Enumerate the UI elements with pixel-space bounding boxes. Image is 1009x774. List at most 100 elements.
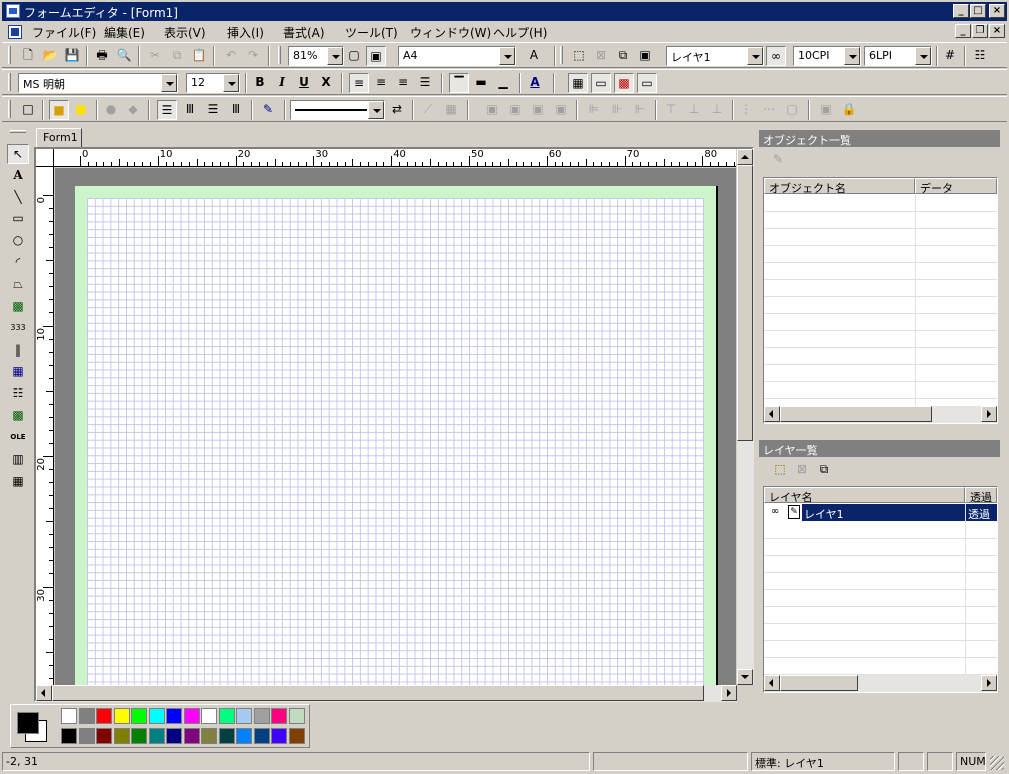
document-icon[interactable]: [8, 25, 22, 39]
align-right-icon[interactable]: ≡: [393, 73, 413, 93]
doc-close-button[interactable]: ×: [989, 24, 1005, 38]
color-swatch[interactable]: [253, 708, 270, 724]
color-swatch[interactable]: [61, 728, 77, 744]
redo-icon[interactable]: ↷: [243, 46, 263, 66]
color-swatch[interactable]: [148, 708, 165, 724]
italic-button[interactable]: I: [272, 73, 292, 93]
page-view-icon[interactable]: ▢: [344, 46, 364, 66]
pen-color-icon[interactable]: ✎: [258, 100, 278, 120]
color-swatch[interactable]: [78, 708, 95, 724]
design-grid[interactable]: [87, 198, 704, 685]
color-swatch[interactable]: [201, 728, 217, 744]
color-swatch[interactable]: [96, 708, 112, 724]
resize-grip[interactable]: [990, 756, 1004, 770]
barcode-tool-icon[interactable]: ‖: [7, 341, 29, 361]
paper-size-select[interactable]: A4: [398, 46, 516, 66]
scroll-thumb[interactable]: [52, 685, 704, 701]
menu-window[interactable]: ウィンドウ(W): [410, 24, 491, 41]
toolbar-grip[interactable]: [560, 46, 563, 64]
bold-button[interactable]: B: [250, 73, 270, 93]
line-tool-icon[interactable]: ╲: [7, 188, 29, 208]
color-swatch[interactable]: [166, 728, 182, 744]
layer-list-body[interactable]: ∞ ✎ レイヤ1 透過: [764, 503, 997, 675]
font-name-select[interactable]: MS 明朝: [18, 73, 178, 93]
copy-layer-panel-icon[interactable]: ⧉: [814, 460, 834, 480]
layer-visible-icon[interactable]: ∞: [766, 504, 784, 520]
current-colors[interactable]: [15, 710, 51, 744]
canvas-vertical-scrollbar[interactable]: [737, 149, 754, 685]
horizontal-lines-icon[interactable]: ☰: [157, 100, 177, 120]
menu-insert[interactable]: 挿入(I): [227, 24, 264, 41]
color-swatch[interactable]: [113, 708, 130, 724]
text-tool-icon[interactable]: A: [7, 166, 29, 186]
toolbar-grip[interactable]: [8, 73, 11, 91]
object-properties-icon[interactable]: ✎: [768, 150, 788, 170]
new-layer-panel-icon[interactable]: ⬚: [770, 460, 790, 480]
align-center-objects-icon[interactable]: ⊪: [607, 100, 627, 120]
font-size-select[interactable]: 12: [186, 73, 240, 93]
cut-icon[interactable]: ✂: [145, 46, 165, 66]
doc-restore-button[interactable]: ❐: [972, 24, 988, 38]
scroll-left-button[interactable]: [36, 685, 52, 701]
swap-direction-icon[interactable]: ⇄: [387, 100, 407, 120]
align-center-icon[interactable]: ≡: [371, 73, 391, 93]
scroll-down-button[interactable]: [737, 669, 753, 685]
arc-tool-icon[interactable]: ◜: [7, 253, 29, 273]
highlight-color-icon[interactable]: ■: [71, 100, 91, 120]
column-data[interactable]: データ: [915, 178, 997, 194]
color-swatch[interactable]: [183, 708, 200, 724]
table-grid-icon[interactable]: ▦: [568, 73, 588, 93]
lock-object-icon[interactable]: 🔒: [839, 100, 859, 120]
layer-select[interactable]: レイヤ1: [666, 46, 764, 66]
color-mode-icon[interactable]: ▩: [614, 73, 634, 93]
list-lines-icon[interactable]: ☰: [203, 100, 223, 120]
line-style-select[interactable]: [290, 100, 385, 120]
menu-file[interactable]: ファイル(F): [32, 24, 96, 41]
underline-button[interactable]: U: [294, 73, 314, 93]
color-swatch[interactable]: [148, 728, 165, 744]
color-swatch[interactable]: [288, 708, 305, 724]
distribute-v-icon[interactable]: ⋯: [759, 100, 779, 120]
valign-middle-icon[interactable]: ▬: [471, 73, 491, 93]
save-icon[interactable]: 💾: [62, 46, 82, 66]
barcode2-tool-icon[interactable]: ▥: [7, 450, 29, 470]
align-left-objects-icon[interactable]: ⊫: [584, 100, 604, 120]
object-list-hscroll[interactable]: [764, 406, 997, 423]
color-swatch[interactable]: [236, 728, 252, 744]
layer-row[interactable]: ∞ ✎ レイヤ1 透過: [764, 504, 997, 521]
align-right-objects-icon[interactable]: ⊩: [630, 100, 650, 120]
color-swatch[interactable]: [61, 708, 77, 724]
send-back-icon[interactable]: ▣: [505, 100, 525, 120]
menu-view[interactable]: 表示(V): [164, 24, 206, 41]
layer-edit-icon[interactable]: ✎: [788, 505, 800, 519]
color-swatch[interactable]: [183, 728, 200, 744]
rectangle-tool-icon[interactable]: ▭: [7, 209, 29, 229]
lock-layer-icon[interactable]: ▣: [635, 46, 655, 66]
lpi-select[interactable]: 6LPI: [864, 46, 932, 66]
delete-layer-icon[interactable]: ⊠: [591, 46, 611, 66]
table-icon[interactable]: ▦: [441, 100, 461, 120]
menu-format[interactable]: 書式(A): [283, 24, 325, 41]
ruler-icon[interactable]: ▭: [591, 73, 611, 93]
zoom-select[interactable]: 81%: [288, 46, 344, 66]
print-preview-icon[interactable]: 🔍: [114, 46, 134, 66]
color-swatch[interactable]: [113, 728, 130, 744]
layer-name[interactable]: レイヤ1: [802, 504, 965, 521]
duplicate-layer-icon[interactable]: ⧉: [613, 46, 633, 66]
color-swatch[interactable]: [236, 708, 252, 724]
open-folder-icon[interactable]: 📂: [40, 46, 60, 66]
color-swatch[interactable]: [218, 728, 235, 744]
grid-icon[interactable]: #: [940, 46, 960, 66]
design-workspace[interactable]: [55, 168, 736, 685]
text-frame-icon[interactable]: A: [524, 46, 544, 66]
bring-front-icon[interactable]: ▣: [482, 100, 502, 120]
bring-forward-icon[interactable]: ▣: [528, 100, 548, 120]
page-width-icon[interactable]: ▣: [366, 46, 386, 66]
maximize-button[interactable]: □: [970, 4, 986, 18]
print-icon[interactable]: 🖶: [92, 46, 112, 66]
toolbar-grip[interactable]: [8, 100, 11, 118]
connector-icon[interactable]: ⟋: [418, 100, 438, 120]
layer-transparent[interactable]: 透過: [966, 504, 997, 521]
layer-list[interactable]: レイヤ名 透過 ∞ ✎ レイヤ1 透過: [763, 486, 998, 693]
vertical-grid-icon[interactable]: Ⅲ: [226, 100, 246, 120]
